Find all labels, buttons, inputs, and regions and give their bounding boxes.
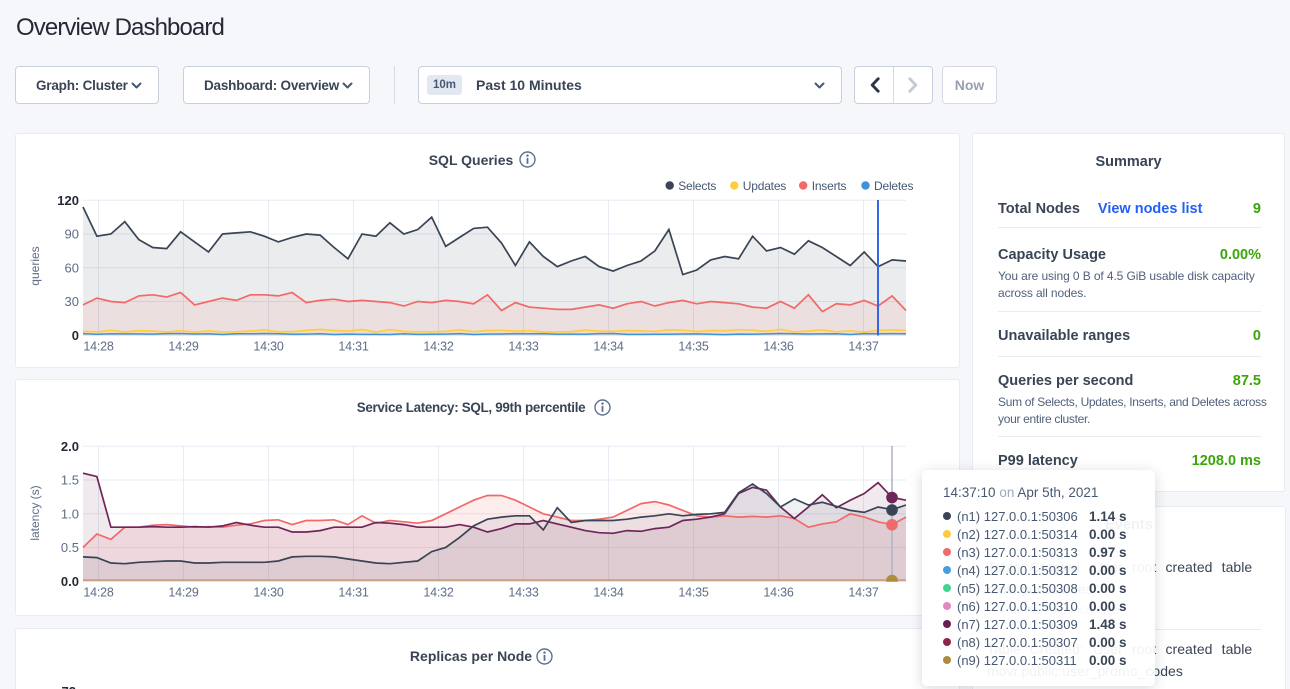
svg-text:14:30: 14:30 (253, 340, 284, 354)
svg-text:14:28: 14:28 (83, 340, 114, 354)
svg-text:14:35: 14:35 (678, 340, 709, 354)
svg-text:Inserts: Inserts (812, 179, 847, 193)
svg-text:2.0: 2.0 (61, 439, 79, 454)
svg-text:Service Latency: SQL, 99th per: Service Latency: SQL, 99th percentile (357, 400, 586, 415)
svg-text:60: 60 (65, 260, 79, 275)
svg-text:0.0: 0.0 (61, 574, 79, 589)
svg-text:14:33: 14:33 (508, 586, 539, 600)
svg-text:14:37: 14:37 (848, 586, 879, 600)
svg-text:queries: queries (28, 246, 42, 285)
svg-text:Updates: Updates (743, 179, 786, 193)
svg-text:14:33: 14:33 (508, 340, 539, 354)
svg-text:14:28: 14:28 (83, 586, 114, 600)
svg-text:30: 30 (65, 294, 79, 309)
svg-text:SQL Queries: SQL Queries (429, 152, 514, 168)
svg-text:14:37: 14:37 (848, 340, 879, 354)
svg-text:14:29: 14:29 (168, 340, 199, 354)
svg-text:Deletes: Deletes (874, 179, 913, 193)
svg-text:Replicas per Node: Replicas per Node (410, 648, 532, 664)
svg-text:90: 90 (65, 227, 79, 242)
svg-text:14:34: 14:34 (593, 340, 624, 354)
svg-text:0.5: 0.5 (61, 540, 79, 555)
svg-text:14:32: 14:32 (423, 586, 454, 600)
svg-text:14:35: 14:35 (678, 586, 709, 600)
svg-text:14:29: 14:29 (168, 586, 199, 600)
svg-text:14:36: 14:36 (763, 340, 794, 354)
svg-text:14:31: 14:31 (338, 340, 369, 354)
svg-text:14:36: 14:36 (763, 586, 794, 600)
svg-text:latency (s): latency (s) (28, 485, 42, 540)
svg-text:1.5: 1.5 (61, 473, 79, 488)
svg-text:120: 120 (57, 193, 79, 208)
svg-text:0: 0 (72, 328, 79, 343)
svg-text:14:31: 14:31 (338, 586, 369, 600)
svg-text:14:32: 14:32 (423, 340, 454, 354)
svg-text:72: 72 (62, 684, 76, 689)
svg-text:1.0: 1.0 (61, 506, 79, 521)
svg-text:Selects: Selects (678, 179, 716, 193)
svg-text:14:30: 14:30 (253, 586, 284, 600)
svg-text:14:34: 14:34 (593, 586, 624, 600)
